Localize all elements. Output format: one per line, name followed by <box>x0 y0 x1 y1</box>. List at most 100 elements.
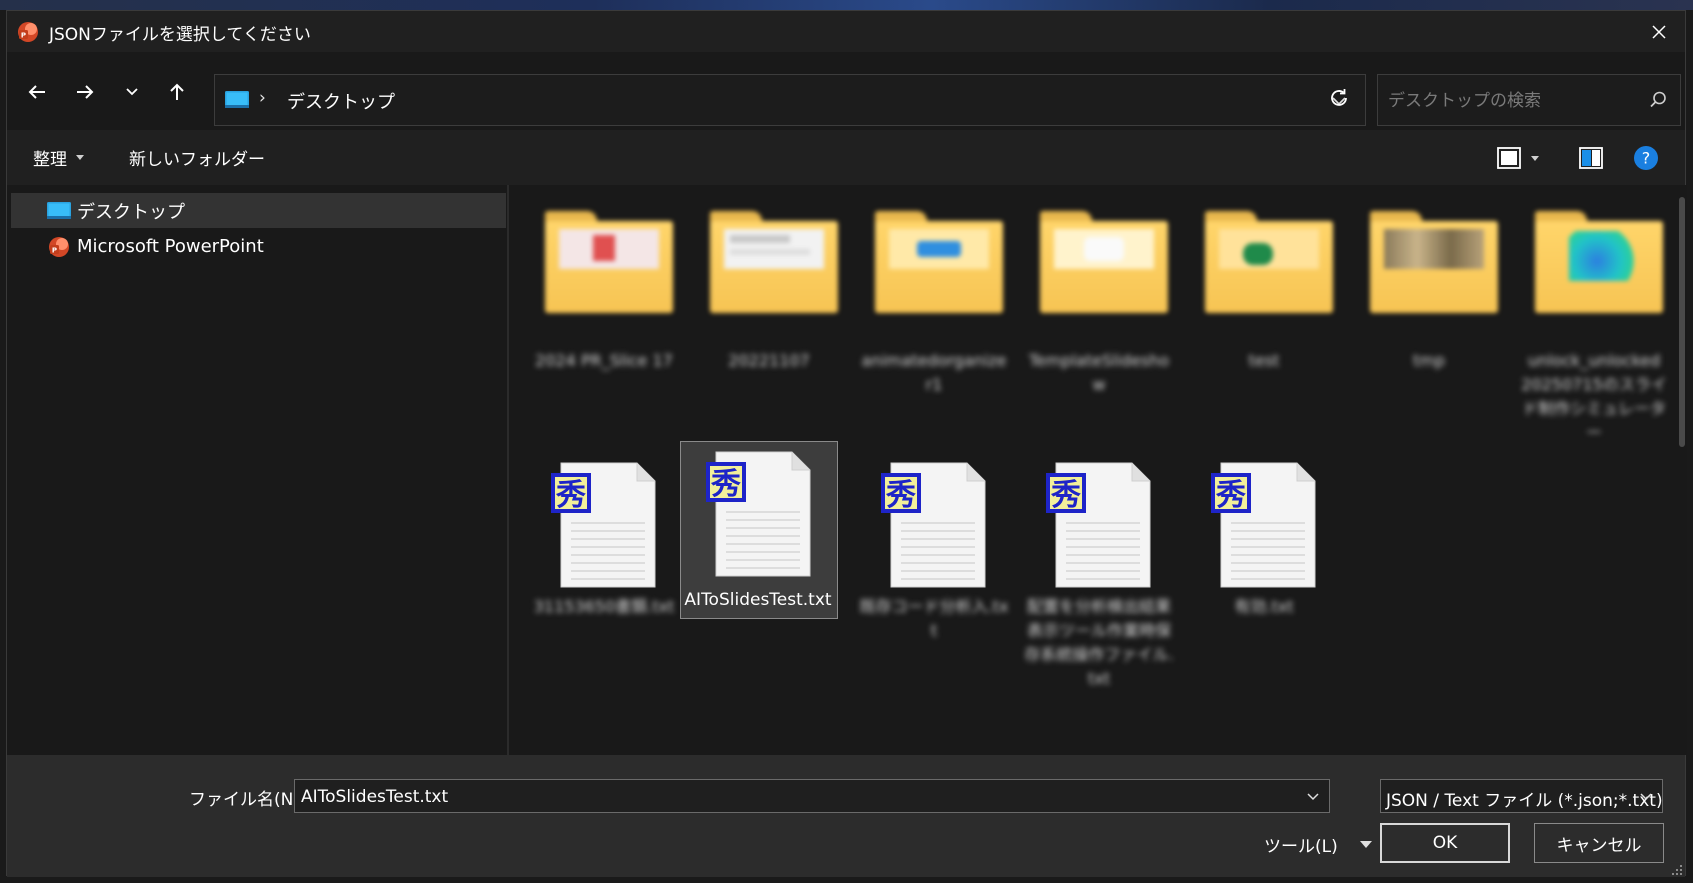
folder-icon <box>1370 211 1498 316</box>
file-label: AIToSlidesTest.txt <box>684 590 832 610</box>
arrow-left-icon <box>28 85 45 99</box>
svg-text:P: P <box>21 32 26 40</box>
svg-text:秀: 秀 <box>555 478 586 513</box>
text-file-icon: 秀 <box>1036 459 1161 591</box>
file-label: 既存コード分析入.txt <box>859 597 1009 640</box>
chevron-down-icon <box>126 88 138 96</box>
powerpoint-app-icon: P <box>17 21 39 43</box>
new-folder-button[interactable]: 新しいフォルダー <box>129 130 265 185</box>
svg-text:秀: 秀 <box>885 478 916 513</box>
folder-item[interactable]: 20221107 <box>690 191 848 370</box>
view-icon <box>1497 147 1521 169</box>
text-file-icon: 秀 <box>541 459 666 591</box>
tools-label: ツール(L) <box>1264 836 1338 857</box>
organize-label: 整理 <box>33 150 67 170</box>
caret-down-icon <box>1359 840 1372 848</box>
desktop-icon <box>225 91 249 109</box>
recent-locations-button[interactable] <box>114 74 150 110</box>
folder-icon <box>545 211 673 316</box>
filename-dropdown-button[interactable] <box>1303 786 1323 806</box>
filename-label: ファイル名(N): <box>189 790 306 810</box>
folder-icon <box>1205 211 1333 316</box>
folder-label: 20221107 <box>728 351 810 370</box>
address-bar[interactable]: › デスクトップ <box>214 74 1366 126</box>
file-type-dropdown-button[interactable] <box>1636 786 1656 806</box>
text-file-icon: 秀 <box>1201 459 1326 591</box>
folder-item[interactable]: TemplateSlideshow <box>1020 191 1178 394</box>
caret-down-icon <box>76 155 84 160</box>
folder-label: test <box>1248 351 1280 370</box>
text-file-item[interactable]: 秀 有効.txt <box>1185 447 1343 625</box>
sidebar-item-label: Microsoft PowerPoint <box>77 236 264 257</box>
address-location[interactable]: デスクトップ <box>287 88 395 114</box>
svg-text:?: ? <box>1642 149 1651 168</box>
search-icon[interactable] <box>1648 90 1668 110</box>
text-file-icon: 秀 <box>871 459 996 591</box>
text-file-item-selected[interactable]: 秀 AIToSlidesTest.txt <box>680 441 838 619</box>
folder-item[interactable]: tmp <box>1350 191 1508 370</box>
close-button[interactable] <box>1633 11 1685 52</box>
folder-icon <box>875 211 1003 316</box>
up-button[interactable] <box>159 74 195 110</box>
title-bar: P JSONファイルを選択してください <box>7 11 1685 52</box>
forward-button[interactable] <box>67 74 103 110</box>
filename-input[interactable] <box>299 780 1283 814</box>
text-file-icon: 秀 <box>696 448 821 580</box>
help-button[interactable]: ? <box>1633 142 1659 174</box>
text-file-item[interactable]: 秀 配置を分析検出結果表示ツール作業時保存系統操作ファイル.txt <box>1020 447 1178 688</box>
ok-button[interactable]: OK <box>1380 823 1510 863</box>
desktop-background-strip <box>0 0 1693 10</box>
folder-item[interactable]: test <box>1185 191 1343 370</box>
folder-label: unlock_unlocked 20250715のスライド制作シミュレーター <box>1521 351 1667 442</box>
dialog-title: JSONファイルを選択してください <box>49 25 311 45</box>
search-box[interactable] <box>1377 74 1681 127</box>
folder-icon <box>1535 211 1663 316</box>
preview-pane-button[interactable] <box>1579 142 1603 174</box>
organize-button[interactable]: 整理 <box>33 130 84 185</box>
folder-item[interactable]: unlock_unlocked 20250715のスライド制作シミュレーター <box>1515 191 1673 442</box>
tools-button[interactable]: ツール(L) <box>1264 827 1372 861</box>
filename-combobox[interactable] <box>294 779 1330 814</box>
folder-icon <box>710 211 838 316</box>
file-label: 配置を分析検出結果表示ツール作業時保存系統操作ファイル.txt <box>1024 597 1174 688</box>
folder-label: animatedorganizer1 <box>861 351 1007 394</box>
cancel-button[interactable]: キャンセル <box>1534 823 1664 863</box>
chevron-down-icon <box>1640 793 1652 801</box>
dialog-footer: ファイル名(N): JSON / Text ファイル (*.json;*.txt… <box>7 755 1685 877</box>
sidebar-item-desktop[interactable]: デスクトップ <box>11 193 506 228</box>
navigation-bar: › デスクトップ <box>7 52 1685 130</box>
folder-label: 2024 PR_Slice 17 <box>535 351 673 370</box>
scrollbar-thumb[interactable] <box>1679 197 1685 447</box>
sidebar-item-powerpoint[interactable]: P Microsoft PowerPoint <box>11 229 506 264</box>
svg-text:秀: 秀 <box>1050 478 1081 513</box>
back-button[interactable] <box>19 74 55 110</box>
file-label: 有効.txt <box>1234 597 1294 616</box>
preview-pane-icon <box>1579 147 1603 169</box>
file-type-select[interactable]: JSON / Text ファイル (*.json;*.txt) <box>1380 779 1663 813</box>
command-toolbar: 整理 新しいフォルダー ? <box>7 130 1685 185</box>
resize-grip[interactable] <box>1669 861 1683 875</box>
chevron-down-icon <box>1307 793 1319 801</box>
folder-label: TemplateSlideshow <box>1028 351 1170 394</box>
folder-label: tmp <box>1412 351 1445 370</box>
close-icon <box>1652 24 1666 39</box>
search-input[interactable] <box>1386 75 1640 127</box>
file-list-view[interactable]: 2024 PR_Slice 17 20221107 animatedorgani… <box>509 185 1687 755</box>
text-file-item[interactable]: 秀 既存コード分析入.txt <box>855 447 1013 640</box>
folder-item[interactable]: animatedorganizer1 <box>855 191 1013 394</box>
folder-item[interactable]: 2024 PR_Slice 17 <box>525 191 683 370</box>
vertical-scrollbar[interactable] <box>1677 185 1687 755</box>
text-file-item[interactable]: 秀 31153650書類.txt <box>525 447 683 625</box>
refresh-button[interactable] <box>1319 78 1359 118</box>
file-open-dialog: P JSONファイルを選択してください › デスクトップ デスクトップの検索 整… <box>6 10 1687 877</box>
view-options-button[interactable] <box>1497 142 1539 174</box>
svg-text:秀: 秀 <box>1215 478 1246 513</box>
refresh-icon <box>1331 89 1347 106</box>
powerpoint-icon: P <box>47 236 71 257</box>
arrow-right-icon <box>77 85 94 99</box>
caret-down-icon <box>1531 155 1539 161</box>
file-type-value: JSON / Text ファイル (*.json;*.txt) <box>1386 791 1663 811</box>
svg-text:秀: 秀 <box>710 467 741 502</box>
sidebar-item-label: デスクトップ <box>77 201 185 223</box>
navigation-pane: デスクトップ P Microsoft PowerPoint <box>7 185 509 755</box>
